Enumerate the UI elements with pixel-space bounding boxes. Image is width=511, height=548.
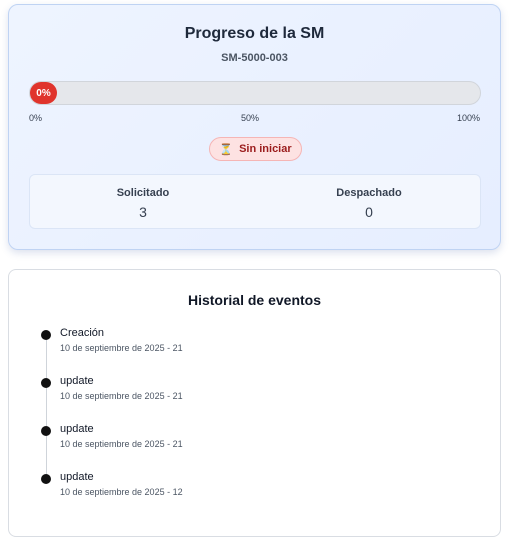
- requested-count: Solicitado 3: [30, 175, 256, 230]
- history-card: Historial de eventos Creación 10 de sept…: [8, 269, 501, 537]
- requested-label: Solicitado: [116, 187, 170, 199]
- timeline-event: update 10 de septiembre de 2025 - 21: [9, 423, 489, 463]
- timeline-dot-icon: [41, 426, 51, 436]
- progress-scale-min: 0%: [29, 113, 43, 123]
- timeline-event: Creación 10 de septiembre de 2025 - 21: [9, 327, 489, 367]
- hourglass-icon: ⏳: [219, 143, 234, 156]
- history-title: Historial de eventos: [187, 292, 322, 308]
- progress-card: Progreso de la SM SM-5000-003 0% 0% 50% …: [8, 4, 501, 250]
- status-badge: ⏳ Sin iniciar: [209, 137, 302, 161]
- event-time: 10 de septiembre de 2025 - 21: [60, 343, 183, 353]
- event-name: Creación: [60, 327, 105, 339]
- timeline-dot-icon: [41, 330, 51, 340]
- progress-scale-max: 100%: [456, 113, 480, 123]
- progress-scale-mid: 50%: [241, 113, 260, 123]
- progress-bar-fill: 0%: [30, 82, 57, 104]
- event-time: 10 de septiembre de 2025 - 21: [60, 439, 183, 449]
- sm-code: SM-5000-003: [221, 52, 288, 64]
- timeline-event: update 10 de septiembre de 2025 - 21: [9, 375, 489, 415]
- event-time: 10 de septiembre de 2025 - 12: [60, 487, 183, 497]
- event-time: 10 de septiembre de 2025 - 21: [60, 391, 183, 401]
- status-label: Sin iniciar: [239, 143, 292, 155]
- timeline-dot-icon: [41, 378, 51, 388]
- counts-panel: Solicitado 3 Despachado 0: [29, 174, 481, 229]
- requested-value: 3: [139, 204, 147, 220]
- dispatched-value: 0: [365, 204, 373, 220]
- timeline-event: update 10 de septiembre de 2025 - 12: [9, 471, 489, 511]
- dispatched-count: Despachado 0: [256, 175, 482, 230]
- dispatched-label: Despachado: [336, 187, 402, 199]
- progress-bar: 0%: [29, 81, 481, 105]
- event-name: update: [60, 375, 94, 387]
- event-name: update: [60, 423, 94, 435]
- event-name: update: [60, 471, 94, 483]
- timeline-dot-icon: [41, 474, 51, 484]
- progress-title: Progreso de la SM: [184, 25, 325, 42]
